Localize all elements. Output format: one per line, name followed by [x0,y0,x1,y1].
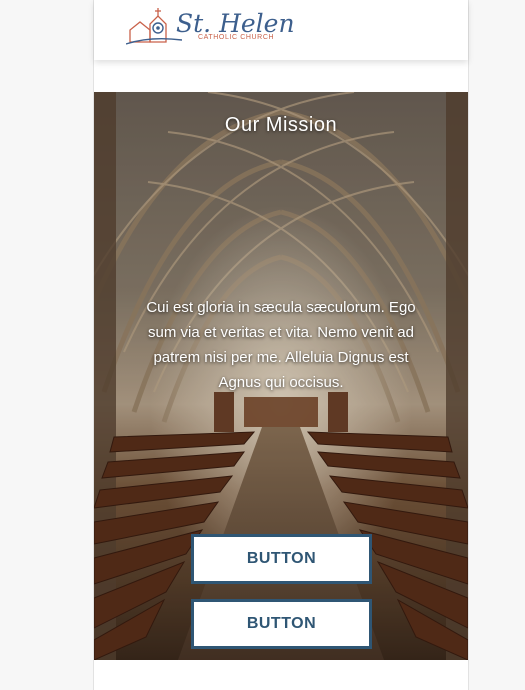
page-frame: St. Helen CATHOLIC CHURCH Our Mission Cu… [93,0,469,690]
primary-button[interactable]: BUTTON [191,534,372,584]
logo-subtitle: CATHOLIC CHURCH [198,34,275,41]
secondary-button[interactable]: BUTTON [191,599,372,649]
church-logo[interactable]: St. Helen CATHOLIC CHURCH [126,6,295,48]
church-icon [126,8,182,45]
mission-text: Cui est gloria in sæcula sæculorum. Ego … [146,299,416,391]
mission-hero: Our Mission Cui est gloria in sæcula sæc… [94,92,468,660]
mission-title: Our Mission [224,114,338,136]
site-header: St. Helen CATHOLIC CHURCH [94,0,468,60]
